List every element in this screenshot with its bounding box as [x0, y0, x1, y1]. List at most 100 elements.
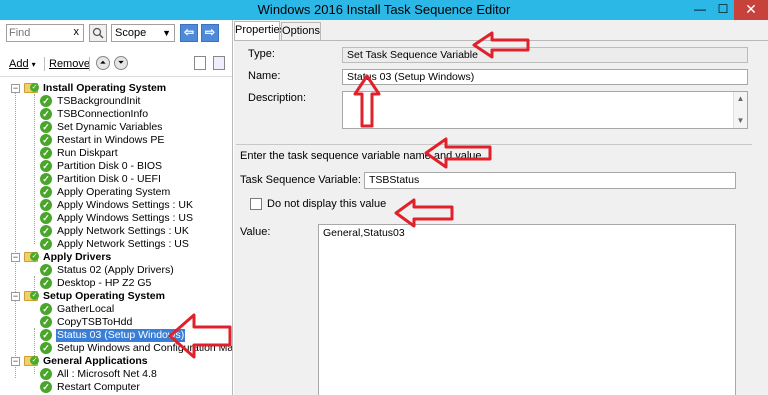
name-input[interactable]: Status 03 (Setup Windows) [342, 69, 748, 85]
find-previous-button[interactable]: ⇦ [180, 24, 198, 42]
tree-item-label: CopyTSBToHdd [57, 316, 133, 328]
tree-item-label: TSBConnectionInfo [57, 108, 149, 120]
description-scrollbar[interactable]: ▲ ▼ [733, 92, 747, 128]
tree-item-row[interactable]: ✓ All : Microsoft Net 4.8 [0, 368, 232, 381]
find-input[interactable] [7, 25, 67, 41]
value-text: General,Status03 [323, 227, 405, 239]
properties-pane: Properties Options Type: Set Task Sequen… [234, 20, 768, 395]
scope-dropdown[interactable]: Scope ▼ [111, 24, 175, 42]
tree-item-label: Run Diskpart [57, 147, 118, 159]
folder-icon: ✓ [24, 252, 39, 262]
check-icon: ✓ [40, 329, 52, 341]
tree-toolbar: Add ▾ Remove ⏶ ⏷ [0, 54, 232, 74]
check-icon: ✓ [30, 252, 39, 261]
tree-item-label: TSBackgroundInit [57, 95, 141, 107]
collapse-icon[interactable]: − [11, 253, 20, 262]
description-input[interactable]: ▲ ▼ [342, 91, 748, 129]
tree-group-label: General Applications [43, 355, 148, 367]
remove-button[interactable]: Remove [49, 58, 90, 70]
check-icon: ✓ [40, 147, 52, 159]
tree-item-label-selected: Status 03 (Setup Windows) [54, 328, 187, 343]
tab-options[interactable]: Options [281, 22, 321, 40]
tree-item-row[interactable]: ✓ Set Dynamic Variables [0, 121, 232, 134]
collapse-icon[interactable]: − [11, 292, 20, 301]
tree-item-label: Apply Windows Settings : UK [57, 199, 193, 211]
annotation-arrow-icon [472, 31, 530, 59]
value-input[interactable]: General,Status03 [318, 224, 736, 395]
check-icon: ✓ [40, 95, 52, 107]
add-menu[interactable]: Add ▾ [9, 58, 36, 70]
move-up-icon: ⏶ [99, 58, 107, 67]
scroll-down-icon[interactable]: ▼ [734, 114, 747, 128]
check-icon: ✓ [40, 173, 52, 185]
tree-item-row[interactable]: ✓ Apply Windows Settings : US [0, 212, 232, 225]
arrow-right-icon: ⇨ [204, 25, 216, 39]
tree-item-row[interactable]: ✓ Partition Disk 0 - BIOS [0, 160, 232, 173]
annotation-arrow-icon [394, 198, 454, 228]
move-up-button[interactable]: ⏶ [96, 56, 110, 70]
minimize-button[interactable]: — [688, 0, 712, 20]
value-label: Value: [240, 226, 271, 238]
collapse-icon[interactable]: − [11, 357, 20, 366]
tree-item-label: Apply Operating System [57, 186, 171, 198]
tree-item-row[interactable]: ✓ TSBConnectionInfo [0, 108, 232, 121]
check-icon: ✓ [30, 356, 39, 365]
tree-item-row[interactable]: ✓ Partition Disk 0 - UEFI [0, 173, 232, 186]
variable-input[interactable]: TSBStatus [364, 172, 736, 189]
tree-item-label: Partition Disk 0 - UEFI [57, 173, 161, 185]
variable-label: Task Sequence Variable: [240, 174, 361, 186]
check-icon: ✓ [40, 238, 52, 250]
tree-group-row[interactable]: − ✓ Apply Drivers [0, 251, 232, 264]
check-icon: ✓ [40, 342, 52, 354]
tree-item-row[interactable]: ✓ Apply Windows Settings : UK [0, 199, 232, 212]
search-button[interactable] [89, 24, 107, 42]
check-icon: ✓ [40, 134, 52, 146]
name-label: Name: [248, 70, 281, 82]
tree-item-row[interactable]: ✓ Run Diskpart [0, 147, 232, 160]
find-box[interactable]: x [6, 24, 84, 42]
properties-panel: Type: Set Task Sequence Variable Name: S… [234, 40, 768, 395]
tree-item-label: Desktop - HP Z2 G5 [57, 277, 152, 289]
collapse-icon[interactable]: − [11, 84, 20, 93]
find-next-button[interactable]: ⇨ [201, 24, 219, 42]
remove-label: Remove [49, 58, 90, 70]
folder-icon: ✓ [24, 291, 39, 301]
check-icon: ✓ [40, 225, 52, 237]
tree-item-label: Apply Network Settings : US [57, 238, 189, 250]
options-icon[interactable] [213, 56, 225, 70]
tree-group-row[interactable]: − ✓ Install Operating System [0, 82, 232, 95]
tree-item-row[interactable]: ✓ TSBackgroundInit [0, 95, 232, 108]
annotation-arrow-icon [168, 313, 232, 359]
tree-item-label: Status 02 (Apply Drivers) [57, 264, 174, 276]
tree-item-row[interactable]: ✓ Restart Computer [0, 381, 232, 394]
search-icon [92, 27, 104, 39]
tree-group-row[interactable]: − ✓ Setup Operating System [0, 290, 232, 303]
folder-icon: ✓ [24, 356, 39, 366]
toolbar-divider [89, 57, 90, 71]
tree-group-label: Apply Drivers [43, 251, 112, 263]
check-icon: ✓ [40, 277, 52, 289]
tree-item-row[interactable]: ✓ Restart in Windows PE [0, 134, 232, 147]
tree-item-label: Apply Network Settings : UK [57, 225, 189, 237]
check-icon: ✓ [40, 381, 52, 393]
tree-item-label: All : Microsoft Net 4.8 [57, 368, 157, 380]
tree-group-label: Setup Operating System [43, 290, 165, 302]
close-button[interactable]: ✕ [734, 0, 768, 20]
tree-item-row[interactable]: ✓ Desktop - HP Z2 G5 [0, 277, 232, 290]
annotation-arrow-icon [353, 74, 381, 128]
tree-item-label: Restart Computer [57, 381, 140, 393]
properties-icon[interactable] [194, 56, 206, 70]
tree-item-row[interactable]: ✓ Apply Network Settings : UK [0, 225, 232, 238]
tree-item-label: Apply Windows Settings : US [57, 212, 193, 224]
tree-item-label: Partition Disk 0 - BIOS [57, 160, 163, 172]
scroll-up-icon[interactable]: ▲ [734, 92, 747, 106]
tab-properties[interactable]: Properties [234, 21, 285, 40]
tree-item-row[interactable]: ✓ Apply Operating System [0, 186, 232, 199]
tree-item-row[interactable]: ✓ Status 02 (Apply Drivers) [0, 264, 232, 277]
move-down-button[interactable]: ⏷ [114, 56, 128, 70]
maximize-button[interactable]: ☐ [712, 0, 734, 20]
tree-item-row[interactable]: ✓ Apply Network Settings : US [0, 238, 232, 251]
hide-value-checkbox[interactable] [250, 198, 262, 210]
type-field: Set Task Sequence Variable [342, 47, 748, 63]
clear-find-button[interactable]: x [74, 26, 80, 38]
